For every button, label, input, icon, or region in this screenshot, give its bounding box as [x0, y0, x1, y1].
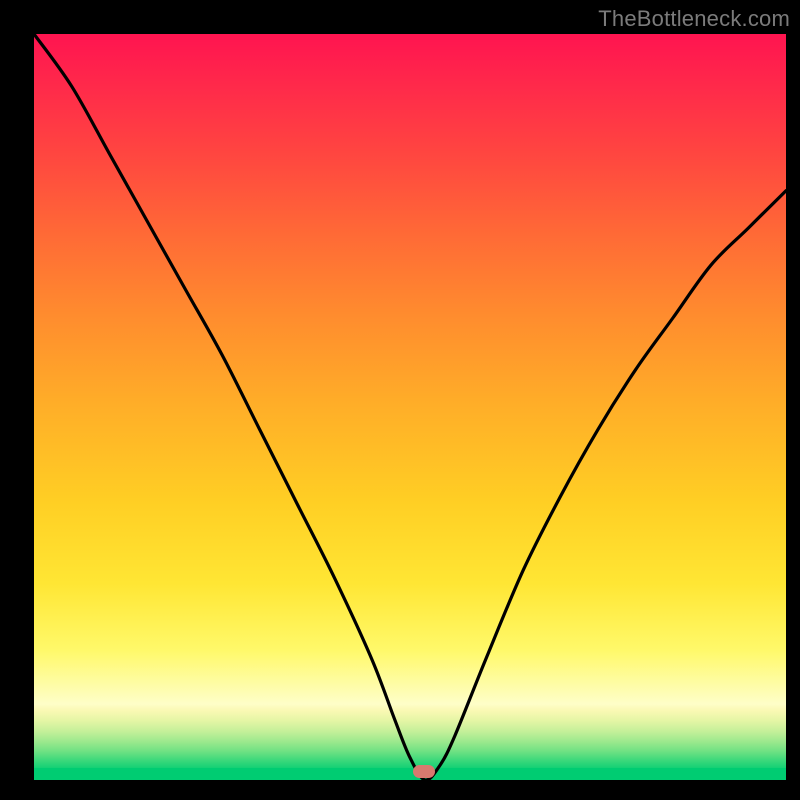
gradient-green [34, 768, 786, 780]
minimum-marker [413, 765, 435, 778]
gradient-transition [34, 704, 786, 768]
watermark-text: TheBottleneck.com [598, 6, 790, 32]
chart-frame: TheBottleneck.com [0, 0, 800, 800]
gradient-red-yellow [34, 34, 786, 704]
plot-area [34, 34, 786, 780]
